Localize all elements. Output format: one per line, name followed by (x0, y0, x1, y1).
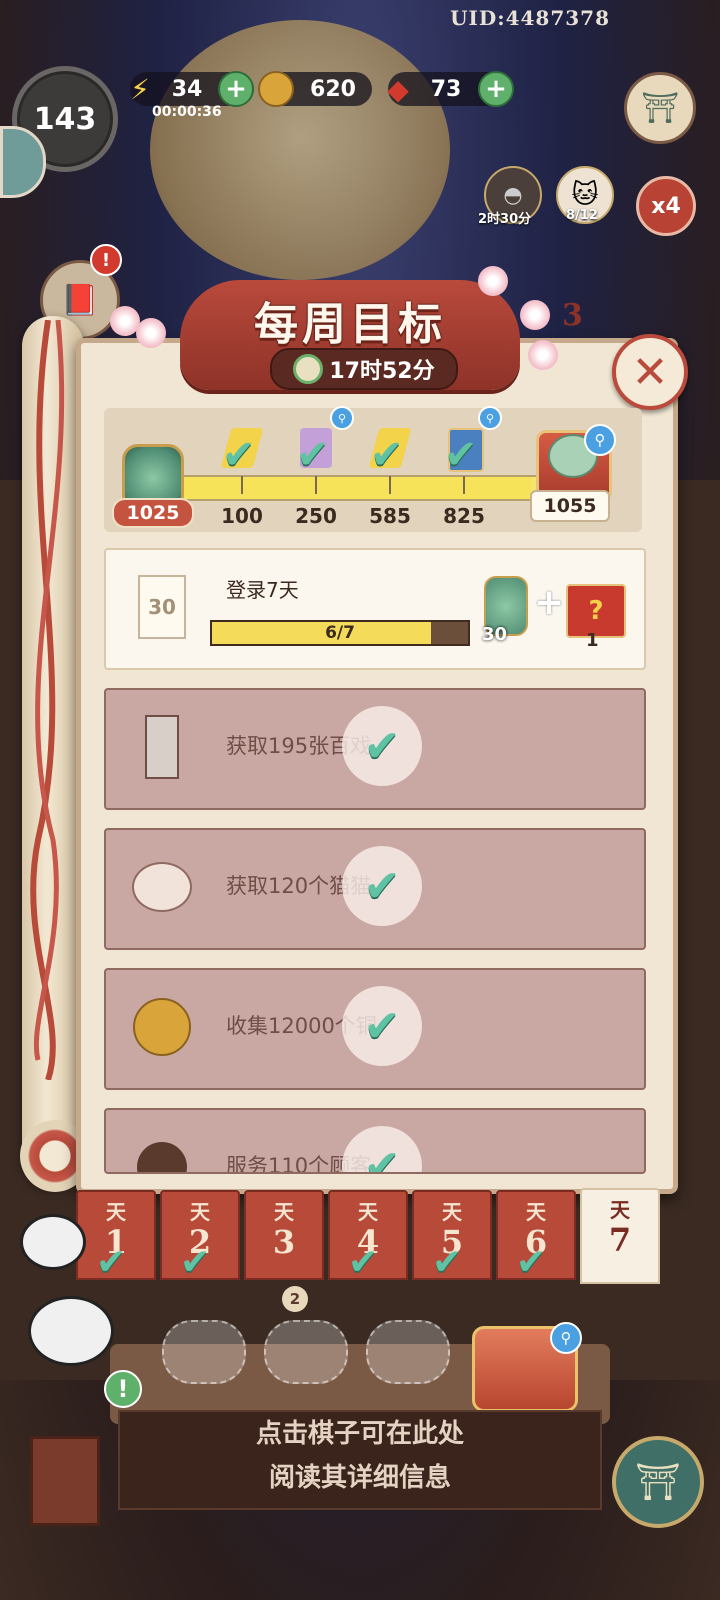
day-tab-2[interactable]: 天2 ✔ (160, 1190, 240, 1283)
empty-slot[interactable] (264, 1320, 348, 1384)
gem-value: 73 (430, 76, 462, 102)
calendar-icon: 30 (132, 574, 192, 640)
completed-check-icon: ✔ (342, 986, 422, 1066)
customer-icon (132, 1134, 192, 1172)
add-gems-button[interactable]: + (478, 71, 514, 107)
clock-icon (293, 354, 324, 384)
check-icon: ✔ (516, 1242, 547, 1283)
energy-counter: ⚡ 34 + (130, 71, 254, 107)
magnify-icon[interactable]: ⚲ (584, 424, 616, 456)
coin-counter: 620 (258, 71, 372, 107)
milestone-points: 250 (295, 504, 337, 528)
close-button[interactable]: ✕ (612, 334, 688, 410)
task-row[interactable]: 30 登录7天 6/7 30 + ? 1 (104, 548, 646, 670)
completed-check-icon: ✔ (342, 846, 422, 926)
multiplier-button[interactable]: x4 (636, 176, 696, 236)
check-icon: ✔ (432, 1242, 463, 1283)
day-tab-6[interactable]: 天6 ✔ (496, 1190, 576, 1283)
plus-icon: + (534, 582, 565, 623)
cabinet-icon[interactable] (30, 1436, 100, 1526)
final-points: 1055 (530, 490, 610, 522)
cat-count-label: 8/12 (566, 208, 598, 223)
blossom-decoration (478, 266, 508, 296)
empty-slot[interactable] (366, 1320, 450, 1384)
magnify-icon[interactable]: ⚲ (550, 1322, 582, 1354)
book-icon: 📕 (61, 282, 99, 318)
blossom-decoration (136, 318, 166, 348)
points-progress-bar (170, 475, 544, 501)
blossom-decoration (528, 340, 558, 370)
pavilion-menu-button[interactable]: ⛩ (612, 1436, 704, 1528)
reward-box-count: 1 (586, 630, 599, 651)
magnify-icon[interactable]: ⚲ (330, 406, 354, 430)
panel-title: 每周目标 (254, 299, 446, 350)
cook-timer-label: 2时30分 (478, 212, 532, 227)
milestone-points: 585 (369, 504, 411, 528)
pavilion-icon: ⛩ (635, 1462, 681, 1503)
shop-building-button[interactable]: ⛩ (624, 72, 696, 144)
day-tab-1[interactable]: 天1 ✔ (76, 1190, 156, 1283)
coin-value: 620 (310, 76, 356, 102)
reward-jade-count: 30 (482, 624, 508, 645)
check-icon: ✔ (348, 1242, 379, 1283)
day-tab-3[interactable]: 天3 (244, 1190, 324, 1280)
check-icon: ✔ (222, 432, 256, 478)
check-icon: ✔ (444, 432, 478, 478)
copper-coin-icon (132, 994, 192, 1060)
coin-icon (258, 71, 294, 107)
lightning-icon: ⚡ (130, 72, 150, 106)
cat-face-icon (132, 854, 192, 920)
ticket-icon (132, 714, 192, 780)
task-row[interactable]: 服务110个顾客 ✔ (104, 1108, 646, 1174)
info-line-2: 阅读其详细信息 (268, 1463, 451, 1493)
check-icon: ✔ (370, 432, 404, 478)
points-progress-fill (172, 477, 531, 499)
badge-number: 3 (562, 298, 583, 333)
task-points: 30 (138, 575, 186, 639)
countdown-value: 17时52分 (329, 359, 435, 384)
task-row[interactable]: 收集12000个铜 ✔ (104, 968, 646, 1090)
info-line-1: 点击棋子可在此处 (255, 1419, 464, 1449)
piece-info-box: 点击棋子可在此处 阅读其详细信息 (118, 1410, 602, 1510)
task-progress-text: 6/7 (325, 623, 355, 643)
task-row[interactable]: 获取120个猫猫 ✔ (104, 828, 646, 950)
current-points: 1025 (112, 498, 194, 528)
uid-label: UID:4487378 (450, 6, 610, 30)
energy-timer: 00:00:36 (152, 104, 222, 120)
milestone-points: 825 (443, 504, 485, 528)
check-icon: ✔ (96, 1242, 127, 1283)
magnify-icon[interactable]: ⚲ (478, 406, 502, 430)
add-energy-button[interactable]: + (218, 71, 254, 107)
day-tab-7[interactable]: 天7 (580, 1188, 660, 1284)
cat-face-icon: 🐱 (571, 180, 599, 210)
task-row[interactable]: 获取195张百戏 ✔ (104, 688, 646, 810)
task-progress-bar: 6/7 (210, 620, 470, 646)
slot-count: 2 (282, 1286, 308, 1312)
alert-badge-icon: ! (90, 244, 122, 276)
task-reward[interactable]: 30 + ? 1 (482, 570, 632, 651)
energy-value: 34 (171, 76, 203, 102)
check-icon: ✔ (180, 1242, 211, 1283)
close-icon: ✕ (631, 346, 669, 398)
ribbon-decoration (30, 320, 65, 1080)
red-gem-icon: ◆ (387, 72, 409, 106)
day-tab-5[interactable]: 天5 ✔ (412, 1190, 492, 1283)
panda-piece[interactable] (28, 1296, 114, 1366)
empty-slot[interactable] (162, 1320, 246, 1384)
panda-piece[interactable] (20, 1214, 86, 1270)
check-icon: ✔ (296, 432, 330, 478)
countdown-timer: 17时52分 (270, 348, 458, 390)
task-name: 登录7天 (226, 578, 299, 602)
completed-check-icon: ✔ (342, 706, 422, 786)
gem-counter: ◆ 73 + (387, 71, 514, 107)
day-tab-4[interactable]: 天4 ✔ (328, 1190, 408, 1283)
blossom-decoration (520, 300, 550, 330)
completed-check-icon: ✔ (342, 1126, 422, 1172)
milestone-points: 100 (221, 504, 263, 528)
pavilion-icon: ⛩ (640, 90, 680, 126)
info-alert-icon[interactable]: ! (104, 1370, 142, 1408)
moon-background (150, 20, 450, 280)
wok-icon: ◓ (503, 182, 523, 208)
